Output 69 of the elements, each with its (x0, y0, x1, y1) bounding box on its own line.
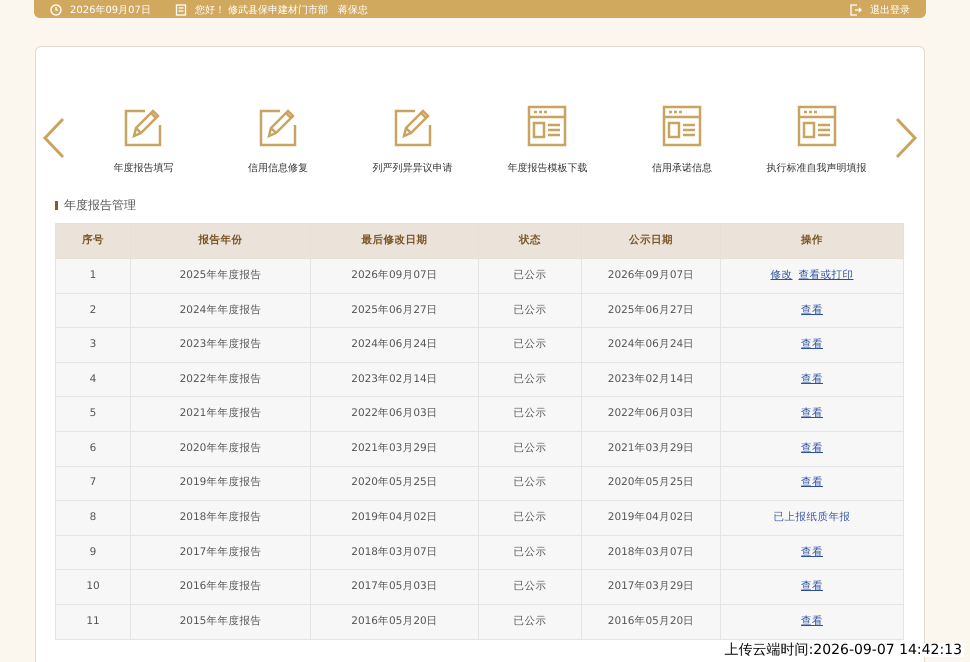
action-link[interactable]: 修改 (770, 268, 792, 284)
action-link[interactable]: 查看 (801, 440, 823, 457)
section-marker-icon (55, 200, 58, 210)
action-link[interactable]: 查看 (801, 544, 823, 560)
table-cell: 2026年09月07日 (582, 258, 720, 294)
column-header: 公示日期 (582, 224, 720, 258)
logout-icon (850, 4, 862, 16)
table-cell: 2021年03月29日 (310, 431, 478, 466)
table-cell: 已公示 (478, 431, 582, 466)
table-cell: 2020年年度报告 (130, 431, 310, 466)
shortcut-item[interactable]: 信用信息修复 (214, 99, 342, 176)
table-cell: 已公示 (478, 258, 582, 294)
table-cell: 2021年年度报告 (130, 396, 310, 432)
action-link[interactable]: 查看或打印 (798, 268, 854, 284)
table-cell: 2015年年度报告 (130, 604, 310, 640)
action-status-text: 已上报纸质年报 (774, 510, 850, 526)
shortcut-item[interactable]: 列严列异异议申请 (348, 99, 477, 176)
action-link[interactable]: 查看 (801, 614, 823, 630)
date-text: 2026年09月07日 (70, 6, 151, 16)
table-cell: 1 (56, 258, 130, 294)
action-link[interactable]: 查看 (801, 372, 823, 388)
web-page-icon (796, 105, 837, 147)
column-header: 报告年份 (130, 224, 310, 258)
table-cell: 8 (56, 500, 130, 536)
action-link[interactable]: 查看 (801, 579, 823, 596)
table-cell: 已公示 (478, 328, 582, 362)
table-cell: 已公示 (478, 604, 582, 640)
action-link[interactable]: 查看 (801, 337, 823, 353)
greeting-text: 您好！ 修武县保申建材门市部 蒋保忠 (194, 6, 368, 16)
shortcut-item[interactable]: 年度报告模板下载 (483, 99, 612, 176)
table-cell: 2026年09月07日 (310, 258, 478, 294)
table-cell: 2023年年度报告 (130, 328, 310, 362)
table-cell: 2022年06月03日 (310, 396, 478, 432)
shortcut-item[interactable]: 执行标准自我声明填报 (752, 99, 881, 176)
table-cell: 2017年05月03日 (310, 570, 478, 604)
table-cell: 10 (56, 570, 130, 604)
document-icon (174, 4, 187, 16)
table-cell: 2016年05月20日 (582, 604, 720, 640)
web-page-icon (527, 105, 568, 147)
table-cell: 5 (56, 396, 130, 432)
column-header: 操作 (720, 224, 904, 258)
section-title: 年度报告管理 (64, 197, 136, 214)
action-link[interactable]: 查看 (801, 406, 823, 422)
table-cell: 2017年03月29日 (582, 570, 720, 604)
table-cell: 已公示 (478, 396, 582, 432)
table-cell: 2019年04月02日 (582, 500, 720, 536)
table-cell: 2016年年度报告 (130, 570, 310, 604)
table-cell: 6 (56, 431, 130, 466)
web-page-icon (662, 105, 702, 147)
table-cell: 2022年06月03日 (582, 396, 720, 432)
upload-time-label: 上传云端时间:2026-09-07 14:42:13 (722, 643, 964, 657)
table-cell: 2019年04月02日 (310, 500, 478, 536)
table-cell: 3 (56, 328, 130, 362)
table-cell: 2018年年度报告 (130, 500, 310, 536)
table-cell: 2021年03月29日 (582, 431, 720, 466)
table-cell: 2016年05月20日 (310, 604, 478, 640)
table-cell: 11 (56, 604, 130, 640)
action-link[interactable]: 查看 (801, 302, 823, 318)
table-cell: 已公示 (478, 570, 582, 604)
table-cell: 2024年06月24日 (582, 328, 720, 362)
clock-icon (50, 4, 62, 16)
column-header: 序号 (56, 224, 130, 258)
table-cell: 2024年06月24日 (310, 328, 478, 362)
action-link[interactable]: 查看 (801, 475, 823, 492)
column-header: 最后修改日期 (310, 224, 478, 258)
shortcut-item[interactable]: 年度报告填写 (79, 99, 208, 176)
table-cell: 2025年年度报告 (130, 258, 310, 294)
table-cell: 已公示 (478, 500, 582, 536)
shortcut-item[interactable]: 信用承诺信息 (618, 99, 746, 176)
